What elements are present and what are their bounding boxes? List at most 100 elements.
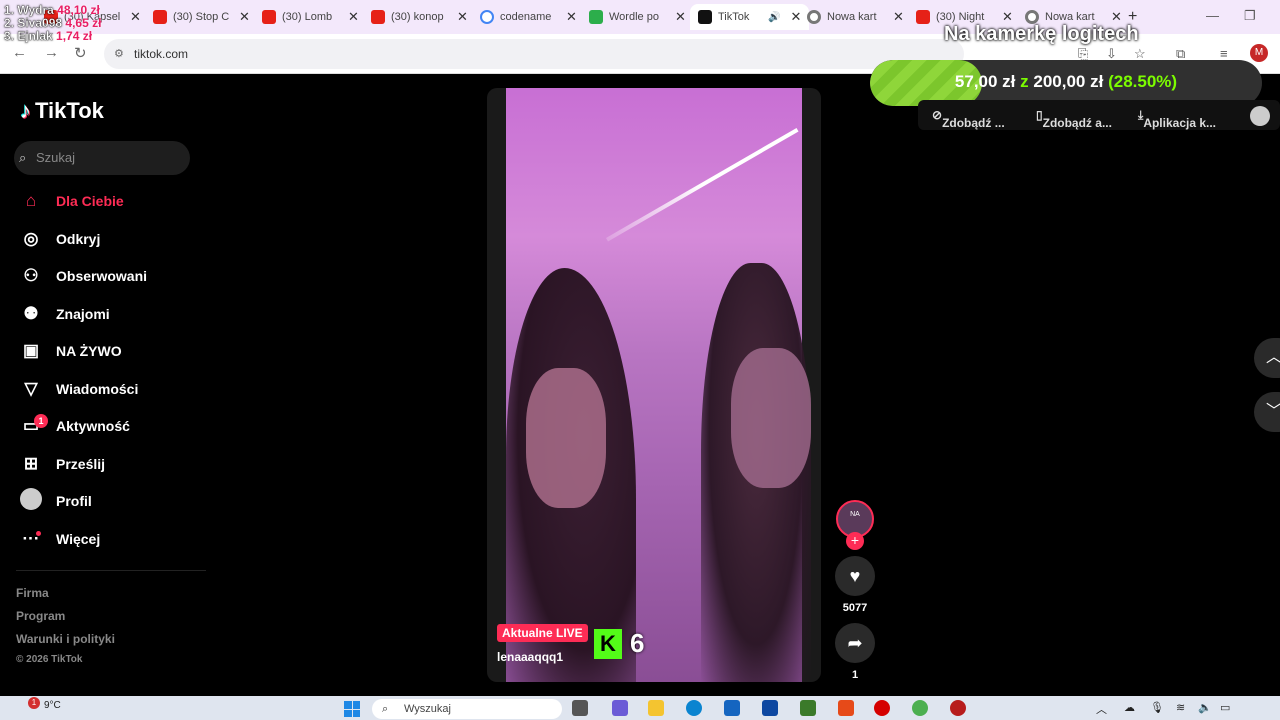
game-app-icon[interactable] — [950, 700, 966, 716]
windows-start-icon[interactable] — [344, 701, 360, 717]
live-tv-icon: ▣ — [22, 341, 40, 360]
user-follow-icon: ⚇ — [23, 266, 39, 285]
footer-link-company[interactable]: Firma — [16, 586, 49, 600]
close-tab-icon[interactable]: ✕ — [239, 9, 250, 25]
sidebar-item-explore[interactable]: ◎ Odkryj — [20, 224, 101, 254]
search-icon: ⌕ — [382, 703, 389, 715]
like-button[interactable]: ♥ — [835, 556, 875, 596]
back-icon[interactable]: ← — [12, 44, 27, 61]
chrome-icon[interactable] — [912, 700, 928, 716]
footer-link-program[interactable]: Program — [16, 609, 65, 623]
tab-8[interactable]: Nowa kart ✕ — [799, 4, 912, 30]
minecraft-icon[interactable] — [800, 700, 816, 716]
sidebar-item-for-you[interactable]: ⌂ Dla Ciebie — [20, 186, 124, 216]
tab-2[interactable]: (30) Stop C ✕ — [145, 4, 258, 30]
file-explorer-icon[interactable] — [648, 700, 664, 716]
sidebar-item-upload[interactable]: ⊞ Prześlij — [20, 449, 105, 479]
volume-icon[interactable]: 🔈 — [1198, 701, 1212, 714]
task-view-icon[interactable] — [572, 700, 588, 716]
next-video-button[interactable]: ﹀ — [1254, 392, 1280, 432]
sidebar-item-messages[interactable]: ▽ Wiadomości — [20, 374, 138, 404]
sidebar-item-live[interactable]: ▣ NA ŻYWO — [20, 336, 122, 366]
desktop-app-link[interactable]: ⤓ Aplikacja k... — [1138, 108, 1216, 130]
youtube-icon — [153, 10, 167, 24]
live-video-player[interactable] — [487, 88, 821, 682]
donor-row: 3. Ejnlak 1,74 zł — [4, 29, 93, 43]
tab-7-active[interactable]: TikTok 🔊 ✕ — [690, 4, 810, 30]
youtube-icon — [262, 10, 276, 24]
tab-4[interactable]: (30) konop ✕ — [363, 4, 476, 30]
taskbar-search[interactable]: ⌕ Wyszukaj — [372, 699, 562, 719]
site-info-icon[interactable]: ⚙ — [114, 39, 124, 69]
tab-6[interactable]: Wordle po ✕ — [581, 4, 694, 30]
led-strip — [606, 128, 799, 242]
weather-alert-badge: 1 — [28, 697, 40, 709]
tab-5[interactable]: codename ✕ — [472, 4, 585, 30]
face-left — [526, 368, 606, 508]
restore-icon[interactable]: ❐ — [1244, 8, 1256, 24]
donor-leaderboard: 1. Wydra 48,10 zł 2. Siva098 4,65 zł 3. … — [4, 3, 102, 43]
mail-icon[interactable] — [762, 700, 778, 716]
close-tab-icon[interactable]: ✕ — [893, 9, 904, 25]
previous-video-button[interactable]: ︿ — [1254, 338, 1280, 378]
wifi-icon[interactable]: ≋ — [1176, 701, 1185, 714]
browser-profile-avatar[interactable]: M — [1250, 44, 1268, 62]
edge-icon[interactable] — [686, 700, 702, 716]
share-button[interactable]: ➦ — [835, 623, 875, 663]
audio-playing-icon[interactable]: 🔊 — [768, 12, 780, 23]
url-field[interactable]: ⚙ tiktok.com — [104, 39, 964, 69]
friends-icon: ⚉ — [23, 304, 39, 323]
sidebar-item-profile[interactable]: Profil — [20, 486, 92, 516]
copilot-icon[interactable] — [612, 700, 628, 716]
minimize-icon[interactable]: — — [1206, 8, 1219, 23]
battery-icon[interactable]: ▭ — [1220, 701, 1230, 714]
tiktok-header-menu: ⊘ Zdobądź ... ▯ Zdobądź a... ⤓ Aplikacja… — [918, 100, 1280, 130]
upload-icon: ⊞ — [23, 454, 39, 473]
live-badge[interactable]: Aktualne LIVE — [497, 624, 588, 642]
get-coins-link[interactable]: ⊘ Zdobądź ... — [932, 108, 1005, 130]
share-count: 1 — [851, 669, 859, 681]
reload-icon[interactable]: ↻ — [74, 44, 87, 62]
sidebar-item-following[interactable]: ⚇ Obserwowani — [20, 261, 147, 291]
tray-chevron-up-icon[interactable]: ︿ — [1096, 701, 1107, 717]
share-arrow-icon: ➦ — [847, 633, 863, 653]
get-app-link[interactable]: ▯ Zdobądź a... — [1036, 108, 1112, 130]
face-right — [731, 348, 811, 488]
user-avatar[interactable] — [1250, 106, 1270, 126]
profile-avatar — [20, 487, 42, 515]
google-icon — [480, 10, 494, 24]
tiktok-note-icon: ♪ — [20, 98, 31, 123]
sidebar-item-more[interactable]: ··· Więcej — [20, 524, 101, 554]
screen: (30) Kapsel ✕ (30) Stop C ✕ (30) Lomb ✕ (30… — [0, 0, 1280, 720]
store-icon[interactable] — [724, 700, 740, 716]
wordle-icon — [589, 10, 603, 24]
weather-widget[interactable]: 9°C — [44, 700, 61, 711]
close-tab-icon[interactable]: ✕ — [566, 9, 577, 25]
sidebar-item-friends[interactable]: ⚉ Znajomi — [20, 299, 109, 329]
forward-icon[interactable]: → — [44, 44, 59, 61]
chevron-down-icon: ﹀ — [1266, 403, 1280, 420]
app-icon[interactable] — [838, 700, 854, 716]
more-icon: ··· — [22, 529, 41, 548]
youtube-icon — [371, 10, 385, 24]
search-input[interactable]: ⌕ Szukaj — [14, 141, 190, 175]
onedrive-icon[interactable]: ☁ — [1124, 701, 1135, 714]
kick-logo-icon: K — [594, 628, 622, 659]
heart-icon: ♥ — [849, 566, 861, 586]
footer-link-terms[interactable]: Warunki i polityki — [16, 632, 115, 646]
follow-plus-icon[interactable]: + — [846, 532, 864, 550]
sidebar-item-activity[interactable]: ▭ 1 Aktywność — [20, 411, 130, 441]
close-tab-icon[interactable]: ✕ — [130, 9, 141, 25]
microphone-icon[interactable]: 🎙 — [1150, 701, 1164, 714]
close-tab-icon[interactable]: ✕ — [348, 9, 359, 25]
close-tab-icon[interactable]: ✕ — [457, 9, 468, 25]
close-tab-icon[interactable]: ✕ — [675, 9, 686, 25]
tiktok-logo[interactable]: ♪ TikTok — [20, 98, 104, 124]
kick-overlay: K 6 — [594, 628, 644, 659]
opera-icon[interactable] — [874, 700, 890, 716]
chevron-up-icon: ︿ — [1266, 349, 1280, 366]
streamer-username[interactable]: lenaaaqqq1 — [497, 650, 563, 664]
donation-goal-title: Na kamerkę logitech — [944, 23, 1139, 45]
reading-list-icon[interactable]: ≡ — [1220, 46, 1228, 61]
tab-3[interactable]: (30) Lomb ✕ — [254, 4, 367, 30]
